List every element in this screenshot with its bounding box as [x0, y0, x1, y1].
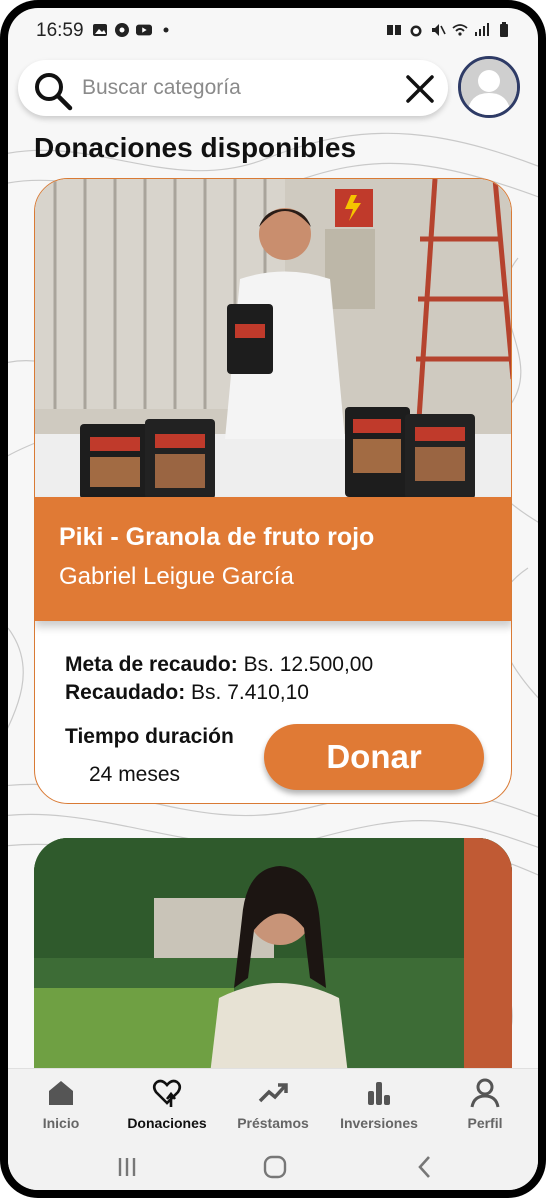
- search-bar[interactable]: [18, 60, 448, 116]
- donation-heart-icon: [152, 1079, 182, 1107]
- home-button-icon[interactable]: [260, 1154, 290, 1180]
- status-bar: 16:59: [8, 8, 538, 52]
- bottom-navigation: Inicio Donaciones Préstamos Inversiones …: [8, 1068, 538, 1144]
- goal-label: Meta de recaudo:: [65, 653, 238, 676]
- more-notifications-dot-icon: [163, 27, 169, 33]
- raised-label: Recaudado:: [65, 681, 186, 704]
- donation-card[interactable]: Piki - Granola de fruto rojo Gabriel Lei…: [34, 178, 512, 804]
- book-icon: [387, 25, 401, 35]
- nav-item-donaciones[interactable]: Donaciones: [114, 1077, 220, 1131]
- duration-value: 24 meses: [89, 763, 181, 786]
- youtube-icon: [136, 24, 152, 36]
- device-frame: 16:59 Buscar categoría Donaciones dispon…: [0, 0, 546, 1198]
- card-header-band: Piki - Granola de fruto rojo Gabriel Lei…: [35, 497, 511, 621]
- donation-author: Gabriel Leigue García: [59, 563, 294, 590]
- nav-item-prestamos[interactable]: Préstamos: [220, 1077, 326, 1131]
- nav-item-perfil[interactable]: Perfil: [432, 1077, 538, 1131]
- page-title: Donaciones disponibles: [34, 132, 357, 163]
- close-icon[interactable]: [404, 73, 436, 105]
- search-icon[interactable]: [32, 70, 74, 112]
- nav-label-inversiones: Inversiones: [340, 1115, 418, 1131]
- home-icon: [49, 1081, 73, 1105]
- bar-chart-icon: [368, 1082, 390, 1105]
- person-icon: [470, 1078, 500, 1108]
- donation-title: Piki - Granola de fruto rojo: [59, 523, 375, 551]
- nav-label-perfil: Perfil: [467, 1115, 503, 1131]
- alarm-icon: [410, 25, 422, 37]
- trend-up-icon: [258, 1083, 288, 1103]
- gallery-icon: [93, 24, 107, 36]
- soccer-ball-icon: [115, 23, 129, 37]
- search-input[interactable]: [82, 72, 382, 104]
- recent-apps-icon[interactable]: [112, 1154, 142, 1180]
- app-screen: 16:59 Buscar categoría Donaciones dispon…: [8, 8, 538, 1190]
- nav-item-inicio[interactable]: Inicio: [8, 1077, 114, 1131]
- user-avatar-icon: [461, 59, 517, 115]
- back-icon[interactable]: [410, 1154, 440, 1180]
- wifi-icon: [452, 24, 468, 36]
- nav-label-inicio: Inicio: [42, 1115, 80, 1131]
- raised-value: Bs. 7.410,10: [191, 681, 309, 704]
- donation-amounts: Meta de recaudo: Bs. 12.500,00 Recaudado…: [65, 651, 373, 707]
- person-with-granola-packages-photo: [35, 179, 511, 497]
- mute-icon: [432, 24, 446, 36]
- goal-value: Bs. 12.500,00: [243, 653, 374, 676]
- status-time: 16:59: [36, 20, 84, 41]
- signal-icon: [475, 23, 489, 36]
- nav-label-prestamos: Préstamos: [237, 1115, 309, 1131]
- donate-button[interactable]: Donar: [264, 724, 484, 790]
- nav-item-inversiones[interactable]: Inversiones: [326, 1077, 432, 1131]
- raised-row: Recaudado: Bs. 7.410,10: [65, 679, 373, 707]
- avatar[interactable]: [458, 56, 520, 118]
- battery-icon: [500, 22, 508, 37]
- system-navigation-bar: [8, 1144, 538, 1190]
- goal-row: Meta de recaudo: Bs. 12.500,00: [65, 651, 373, 679]
- duration-label: Tiempo duración: [65, 725, 234, 748]
- nav-label-donaciones: Donaciones: [127, 1115, 207, 1131]
